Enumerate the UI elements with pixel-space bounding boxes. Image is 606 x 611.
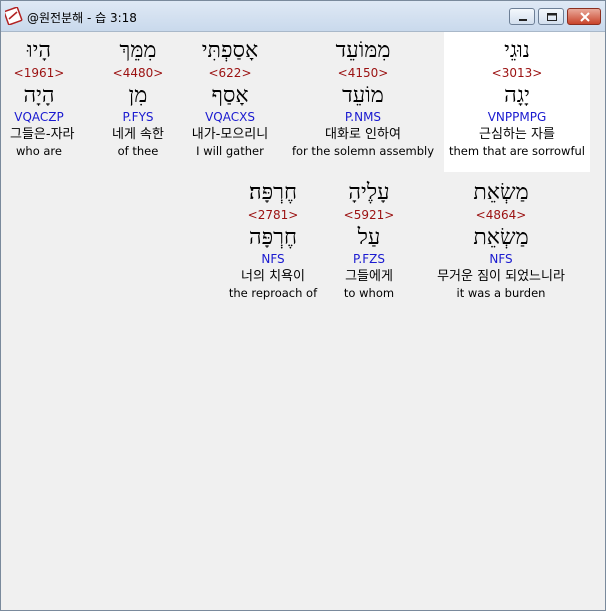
korean-gloss: 근심하는 자를 <box>479 127 555 142</box>
hebrew-word: חֶרְפָּה׃ <box>248 180 297 205</box>
word-analysis-panel: הָיוּ <1961> הָיָה VQACZP 그들은-자라 who are… <box>6 32 602 607</box>
title-bar[interactable]: @원전분해 - 습 3:18 <box>1 1 605 32</box>
strong-number: <2781> <box>247 208 299 222</box>
hebrew-word: נוּגֵי <box>504 38 530 63</box>
strong-number: <3013> <box>491 66 543 80</box>
morphology-code: VNPPMPG <box>487 110 547 124</box>
hebrew-lemma: יָגָה <box>504 83 530 108</box>
english-gloss: them that are sorrowful <box>449 144 585 158</box>
strong-number: <5921> <box>343 208 395 222</box>
close-button[interactable] <box>567 8 601 25</box>
hebrew-word: אָסַפְתִּי <box>201 38 259 63</box>
hebrew-lemma: חֶרְפָּה <box>248 225 297 250</box>
english-gloss: the reproach of <box>228 286 318 300</box>
word-cell[interactable]: חֶרְפָּה׃ <2781> חֶרְפָּה NFS 너의 치욕이 the… <box>228 179 318 301</box>
word-cell[interactable]: הָיוּ <1961> הָיָה VQACZP 그들은-자라 who are <box>10 37 75 159</box>
word-cell[interactable]: עָלֶיהָ <5921> עַל P.FZS 그들에게 to whom <box>334 179 404 301</box>
morphology-code: VQACZP <box>14 110 64 124</box>
morphology-code: P.FZS <box>353 252 385 266</box>
hebrew-word: הָיוּ <box>26 38 52 63</box>
word-cell-selected[interactable]: נוּגֵי <3013> יָגָה VNPPMPG 근심하는 자를 them… <box>444 32 590 172</box>
hebrew-word: מַשְׂאֵת <box>473 180 529 205</box>
english-gloss: for the solemn assembly <box>291 144 435 158</box>
english-gloss: to whom <box>343 286 395 300</box>
minimize-icon <box>519 19 527 21</box>
korean-gloss: 그들은-자라 <box>10 127 75 142</box>
hebrew-lemma: עַל <box>357 225 381 250</box>
maximize-icon <box>547 13 557 21</box>
word-cell[interactable]: מִמּוֹעֵד <4150> מוֹעֵד P.NMS 대화로 인하여 fo… <box>288 37 438 159</box>
hebrew-lemma: מַשְׂאֵת <box>473 225 529 250</box>
word-cell[interactable]: מַשְׂאֵת <4864> מַשְׂאֵת NFS 무거운 짐이 되었느니… <box>420 179 582 301</box>
hebrew-word: מִמֵּךְ <box>119 38 157 63</box>
hebrew-lemma: מִן <box>128 83 148 108</box>
korean-gloss: 내가-모으리니 <box>191 127 269 142</box>
close-icon <box>580 12 590 22</box>
app-logo-icon <box>5 7 23 25</box>
english-gloss: of thee <box>117 144 159 158</box>
strong-number: <4864> <box>475 208 527 222</box>
word-cell[interactable]: מִמֵּךְ <4480> מִן P.FYS 네게 속한 of thee <box>104 37 172 159</box>
minimize-button[interactable] <box>509 8 535 25</box>
morphology-code: VQACXS <box>205 110 255 124</box>
english-gloss: I will gather <box>196 144 264 158</box>
korean-gloss: 대화로 인하여 <box>325 127 401 142</box>
korean-gloss: 무거운 짐이 되었느니라 <box>437 269 565 284</box>
english-gloss: who are <box>16 144 62 158</box>
app-window: @원전분해 - 습 3:18 הָיוּ <1961> הָיָה VQACZP… <box>0 0 606 611</box>
hebrew-lemma: הָיָה <box>23 83 55 108</box>
english-gloss: it was a burden <box>456 286 546 300</box>
strong-number: <1961> <box>13 66 65 80</box>
morphology-code: P.NMS <box>344 110 382 124</box>
hebrew-lemma: מוֹעֵד <box>342 83 384 108</box>
strong-number: <4480> <box>112 66 164 80</box>
korean-gloss: 그들에게 <box>345 269 393 284</box>
morphology-code: NFS <box>261 252 285 266</box>
korean-gloss: 네게 속한 <box>112 127 164 142</box>
korean-gloss: 너의 치욕이 <box>241 269 305 284</box>
word-cell[interactable]: אָסַפְתִּי <622> אָסַף VQACXS 내가-모으리니 I … <box>182 37 278 159</box>
morphology-code: NFS <box>489 252 513 266</box>
strong-number: <622> <box>208 66 252 80</box>
hebrew-lemma: אָסַף <box>211 83 249 108</box>
window-title: @원전분해 - 습 3:18 <box>27 11 137 25</box>
hebrew-word: מִמּוֹעֵד <box>335 38 391 63</box>
morphology-code: P.FYS <box>122 110 154 124</box>
maximize-button[interactable] <box>538 8 564 25</box>
strong-number: <4150> <box>337 66 389 80</box>
hebrew-word: עָלֶיהָ <box>348 180 390 205</box>
